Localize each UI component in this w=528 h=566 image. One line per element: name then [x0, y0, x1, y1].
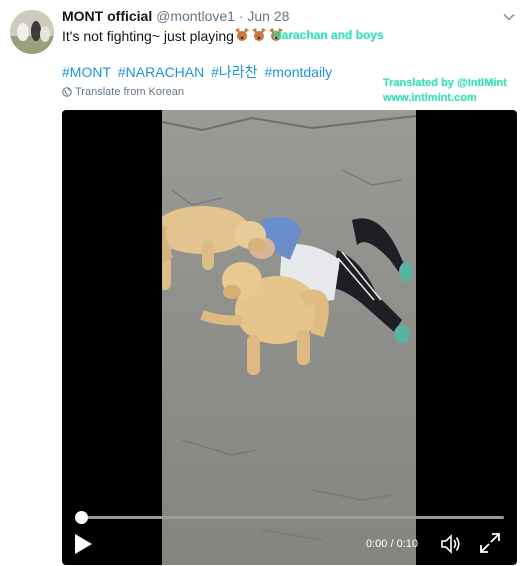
avatar[interactable] — [10, 10, 54, 54]
video-controls: 0:00 / 0:10 — [62, 505, 517, 565]
separator-dot: · — [238, 8, 244, 24]
translate-link[interactable]: Translate from Korean — [62, 86, 184, 98]
translate-label: Translate from Korean — [75, 86, 185, 98]
tweet-text: It's not fighting~ just playing — [62, 27, 284, 46]
tweet-header: MONT official @montlove1 · Jun 28 — [62, 8, 289, 24]
credit-overlay-line1: Translated by @IntlMint — [383, 77, 507, 89]
video-frame — [162, 110, 416, 565]
hashtag-row: #MONT #NARACHAN #나라찬 #montdaily — [62, 62, 335, 82]
tweet-date[interactable]: Jun 28 — [247, 8, 289, 24]
fullscreen-icon[interactable] — [478, 531, 502, 555]
globe-icon — [62, 87, 72, 97]
hashtag-link[interactable]: #MONT — [62, 64, 111, 80]
video-player[interactable]: 0:00 / 0:10 — [62, 110, 517, 565]
author-name[interactable]: MONT official — [62, 8, 152, 24]
author-handle[interactable]: @montlove1 — [156, 8, 235, 24]
hashtag-link[interactable]: #나라찬 — [211, 64, 257, 80]
avatar-photo — [10, 10, 54, 54]
volume-icon[interactable] — [440, 533, 462, 555]
tweet-text-body: It's not fighting~ just playing — [62, 28, 234, 44]
caption-overlay: Narachan and boys — [273, 28, 384, 42]
progress-bar[interactable] — [80, 516, 504, 519]
play-icon[interactable] — [72, 533, 94, 555]
time-display: 0:00 / 0:10 — [366, 538, 418, 550]
credit-overlay-line2: www.intlmint.com — [383, 92, 477, 104]
chevron-down-icon[interactable] — [502, 10, 516, 24]
hashtag-link[interactable]: #NARACHAN — [118, 64, 204, 80]
hashtag-link[interactable]: #montdaily — [264, 64, 332, 80]
progress-handle[interactable] — [75, 511, 88, 524]
